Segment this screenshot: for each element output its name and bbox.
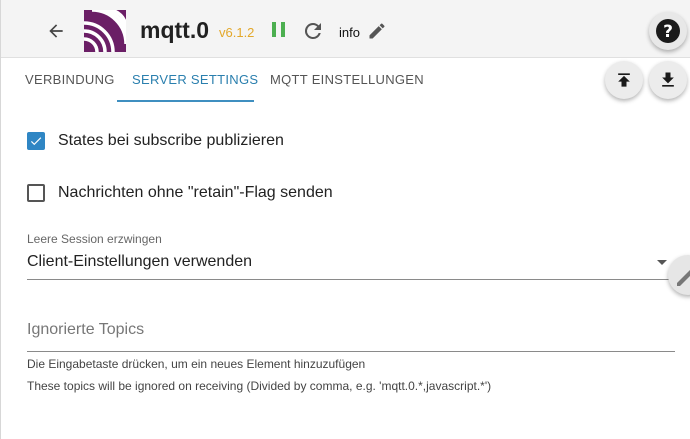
chevron-down-icon [657,260,667,265]
ignored-topics-helper: Die Eingabetaste drücken, um ein neues E… [27,357,366,371]
help-button[interactable]: ? [649,12,687,50]
adapter-logo-icon [84,10,126,52]
check-icon [30,137,42,146]
svg-text:?: ? [663,22,673,42]
no-retain-label: Nachrichten ohne "retain"-Flag senden [58,184,333,201]
upload-icon [618,73,630,87]
instance-title: mqtt.0 [140,17,209,43]
publish-states-checkbox-row[interactable]: States bei subscribe publizieren [27,132,284,150]
instance-header: mqtt.0 v6.1.2 info ? [1,0,690,58]
tab-mqtt-einstellungen[interactable]: MQTT EINSTELLUNGEN [270,72,424,87]
loglevel-label: info [339,25,360,40]
publish-states-checkbox[interactable] [27,132,45,150]
app-window: mqtt.0 v6.1.2 info ? VERBINDUNG SERVER S… [0,0,690,439]
download-settings-button[interactable] [649,61,687,99]
pencil-icon [677,270,690,286]
ignored-topics-input[interactable]: Ignorierte Topics [27,318,675,352]
tab-verbindung[interactable]: VERBINDUNG [25,72,115,87]
version-label: v6.1.2 [219,25,255,40]
reload-icon [304,22,321,39]
reload-button[interactable] [301,19,325,43]
pause-icon [272,22,285,37]
tab-server-settings[interactable]: SERVER SETTINGS [132,72,258,87]
session-select-label: Leere Session erzwingen [27,232,162,246]
arrow-left-icon [49,24,63,38]
ignored-topics-description: These topics will be ignored on receivin… [27,379,492,393]
download-icon [662,72,674,87]
active-tab-indicator [117,100,254,102]
pencil-icon [369,23,385,39]
settings-tabs: VERBINDUNG SERVER SETTINGS MQTT EINSTELL… [1,58,690,104]
upload-settings-button[interactable] [605,61,643,99]
back-button[interactable] [43,18,69,44]
session-select[interactable]: Client-Einstellungen verwenden [27,253,675,280]
pause-button[interactable] [271,21,287,39]
edge-edit-button[interactable] [668,255,690,295]
no-retain-checkbox-row[interactable]: Nachrichten ohne "retain"-Flag senden [27,184,333,202]
edit-loglevel-button[interactable] [367,21,387,41]
help-icon: ? [656,19,680,43]
no-retain-checkbox[interactable] [27,184,45,202]
session-select-value: Client-Einstellungen verwenden [27,253,253,270]
publish-states-label: States bei subscribe publizieren [58,132,284,149]
